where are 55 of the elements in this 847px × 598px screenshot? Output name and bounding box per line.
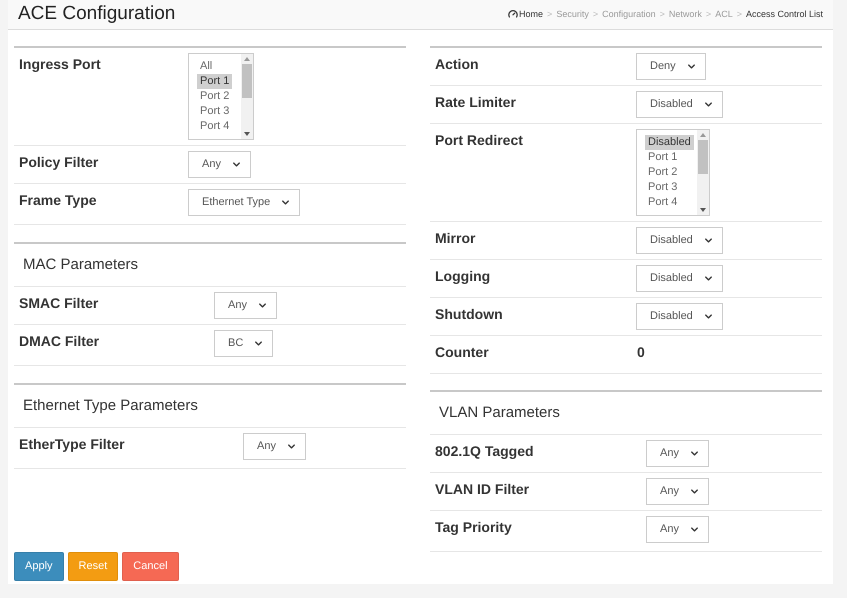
listbox-option[interactable]: Port 1 [197,74,232,88]
field-label: VLAN ID Filter [435,480,530,498]
field-label: Policy Filter [19,152,100,172]
dropdown-select[interactable]: Any [646,440,709,466]
field-label: Frame Type [19,190,98,210]
field-label: 802.1Q Tagged [435,442,535,461]
breadcrumb-current: Access Control List [746,8,823,20]
panel-title: Ethernet Type Parameters [23,396,198,414]
dropdown-select[interactable]: Any [214,292,277,318]
listbox-option[interactable]: Port 3 [197,104,232,118]
field-label: EtherType Filter [19,434,126,454]
dropdown-select[interactable]: Disabled [636,302,723,330]
gauge-icon [508,9,518,20]
listbox-option[interactable]: Disabled [645,134,694,150]
breadcrumb-separator: > [592,8,598,20]
listbox-option[interactable]: Port 2 [197,88,232,104]
listbox-option[interactable]: All [197,58,216,74]
port-listbox[interactable]: Disabled Port 1 Port 2 Port 3 Port 4 [636,128,710,216]
dropdown-select[interactable]: Disabled [636,264,723,292]
dropdown-select[interactable]: Any [646,478,709,504]
listbox-option[interactable]: Port 4 [197,118,232,134]
listbox-option[interactable]: Port 2 [645,164,680,180]
field-label: Ingress Port [19,54,102,74]
field-label: Shutdown [435,304,504,324]
field-label: Mirror [435,228,476,248]
dropdown-select[interactable]: BC [214,330,274,356]
field-label: Logging [435,266,492,286]
dropdown-select[interactable]: Any [188,150,251,178]
breadcrumb-home-link[interactable]: Home [508,8,544,21]
field-label: Counter [435,342,490,362]
field-label: Action [435,54,480,74]
breadcrumb-separator: > [547,8,552,20]
dropdown-select[interactable]: Ethernet Type [188,188,300,216]
panel-title: VLAN Parameters [439,404,560,420]
counter-value: 0 [636,344,645,360]
listbox-option[interactable]: Port 1 [645,150,680,164]
breadcrumb-separator: > [706,8,712,20]
page-title: ACE Configuration [18,2,176,26]
field-label: Tag Priority [435,518,513,537]
field-label: Rate Limiter [435,92,517,112]
listbox-option[interactable]: Port 4 [645,194,680,210]
breadcrumb-separator: > [736,8,742,20]
panel-title: MAC Parameters [23,256,138,272]
field-label: SMAC Filter [19,294,100,312]
field-label: Port Redirect [435,130,524,150]
port-listbox[interactable]: All Port 1 Port 2 Port 3 Port 4 [188,52,254,140]
dropdown-select[interactable]: Any [243,432,306,460]
action-button[interactable]: Apply [14,552,64,580]
field-label: DMAC Filter [19,332,100,350]
dropdown-select[interactable]: Disabled [636,226,723,254]
dropdown-select[interactable]: Deny [636,52,706,80]
dropdown-select[interactable]: Disabled [636,90,723,118]
listbox-option[interactable]: Port 3 [645,180,680,194]
breadcrumb-separator: > [660,8,665,20]
dropdown-select[interactable]: Any [646,516,709,542]
